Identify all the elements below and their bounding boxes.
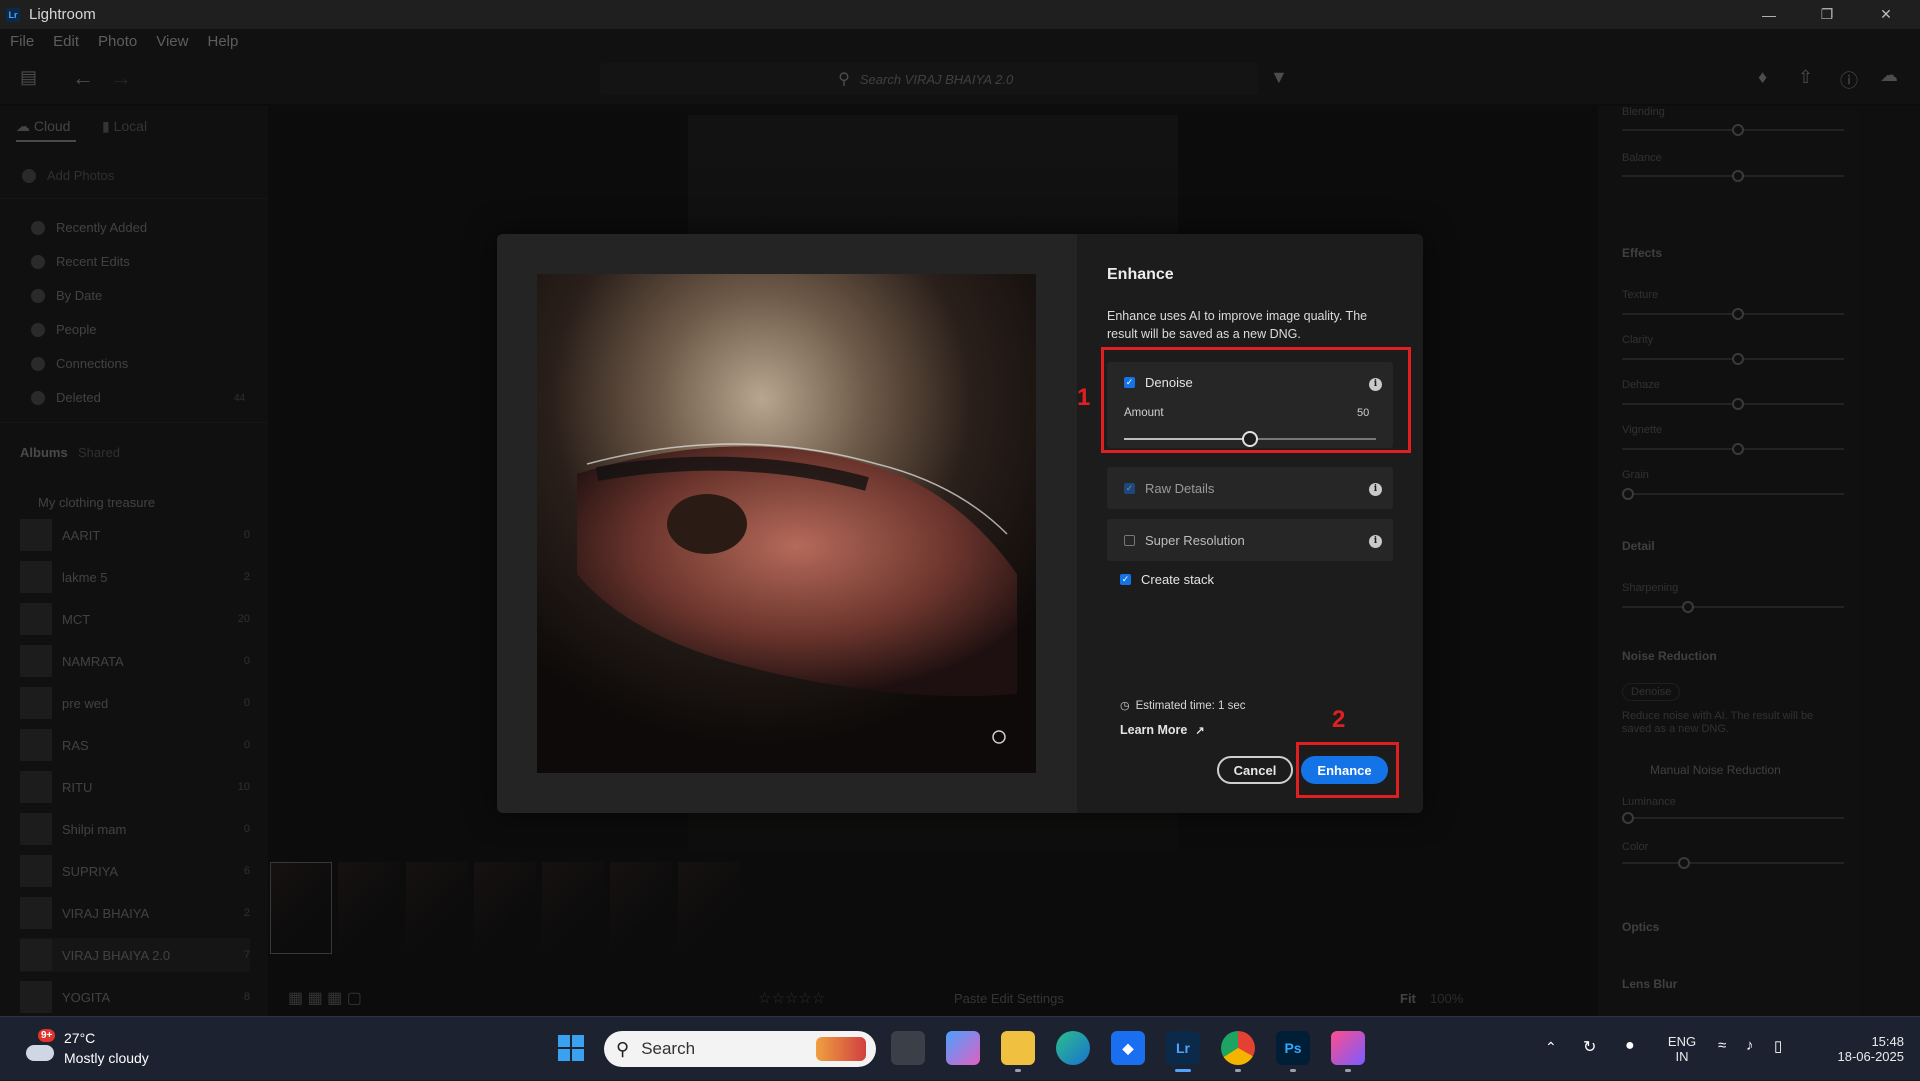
create-stack-label: Create stack [1141,572,1214,587]
weather-temp: 27°C [64,1030,96,1046]
estimated-time: ◷ Estimated time: 1 sec [1120,699,1246,713]
search-icon: ⚲ [616,1038,630,1059]
learn-more-link[interactable]: Learn More ↗ [1120,723,1205,737]
external-link-icon: ↗ [1195,724,1205,737]
super-resolution-checkbox-row[interactable]: Super Resolution [1124,533,1245,548]
microphone-icon[interactable]: ● [1625,1037,1635,1055]
date-label: 18-06-2025 [1837,1049,1905,1064]
chrome-icon[interactable] [1221,1031,1255,1065]
super-resolution-option: Super Resolution i [1107,519,1393,561]
close-button[interactable]: ✕ [1863,0,1909,29]
weather-icon[interactable]: 9+ [22,1029,56,1065]
edge-icon[interactable] [1056,1031,1090,1065]
task-view-icon[interactable] [891,1031,925,1065]
super-resolution-checkbox[interactable] [1124,535,1135,546]
wifi-icon[interactable]: ≈ [1718,1037,1726,1054]
chevron-up-icon[interactable]: ⌃ [1545,1039,1557,1056]
window-title: Lightroom [29,6,96,23]
enhance-settings-pane: Enhance Enhance uses AI to improve image… [1077,234,1423,813]
raw-details-option: ✓ Raw Details i [1107,467,1393,509]
raw-details-info-icon[interactable]: i [1369,483,1382,496]
file-explorer-icon[interactable] [1001,1031,1035,1065]
annotation-box-enhance [1296,742,1399,798]
title-bar: Lr Lightroom — ❐ ✕ [0,0,1920,29]
weather-badge: 9+ [38,1029,56,1042]
weather-desc: Mostly cloudy [64,1050,149,1066]
create-stack-checkbox-row[interactable]: ✓ Create stack [1120,572,1214,587]
clock-icon: ◷ [1120,700,1130,712]
dialog-description: Enhance uses AI to improve image quality… [1107,309,1368,341]
taskbar-search-label: Search [641,1039,696,1058]
dropbox-icon[interactable]: ◆ [1111,1031,1145,1065]
raw-details-checkbox-row[interactable]: ✓ Raw Details [1124,481,1214,496]
copilot-icon[interactable] [946,1031,980,1065]
taskbar: 9+ 27°C Mostly cloudy ⚲ Search ◆ Lr Ps ⌃… [0,1016,1920,1080]
annotation-box-denoise [1101,347,1411,453]
windows-start-button[interactable] [554,1031,588,1065]
lightroom-taskbar-icon[interactable]: Lr [1166,1031,1200,1065]
search-highlight-icon [816,1037,866,1061]
clock[interactable]: 15:48 18-06-2025 [1808,1017,1905,1081]
photoshop-icon[interactable]: Ps [1276,1031,1310,1065]
preview-pane [497,234,1077,813]
battery-icon[interactable]: ▯ [1774,1037,1782,1055]
sync-icon[interactable]: ↻ [1583,1037,1596,1057]
raw-details-checkbox[interactable]: ✓ [1124,483,1135,494]
volume-icon[interactable]: ♪ [1746,1037,1754,1054]
lightroom-logo-icon: Lr [6,7,20,22]
taskbar-search[interactable]: ⚲ Search [604,1031,876,1067]
language-indicator[interactable]: ENG IN [1664,1017,1700,1081]
super-resolution-label: Super Resolution [1145,533,1245,548]
creative-cloud-icon[interactable] [1331,1031,1365,1065]
enhance-dialog: Enhance Enhance uses AI to improve image… [497,234,1423,813]
create-stack-checkbox[interactable]: ✓ [1120,574,1131,585]
cancel-button[interactable]: Cancel [1217,756,1293,784]
minimize-button[interactable]: — [1746,0,1792,29]
restore-button[interactable]: ❐ [1804,0,1850,29]
dialog-title: Enhance [1107,266,1174,283]
super-resolution-info-icon[interactable]: i [1369,535,1382,548]
time-label: 15:48 [1871,1034,1904,1049]
enhance-preview-image [537,274,1036,773]
raw-details-label: Raw Details [1145,481,1215,496]
annotation-number-2: 2 [1332,706,1346,733]
annotation-number-1: 1 [1077,384,1091,411]
